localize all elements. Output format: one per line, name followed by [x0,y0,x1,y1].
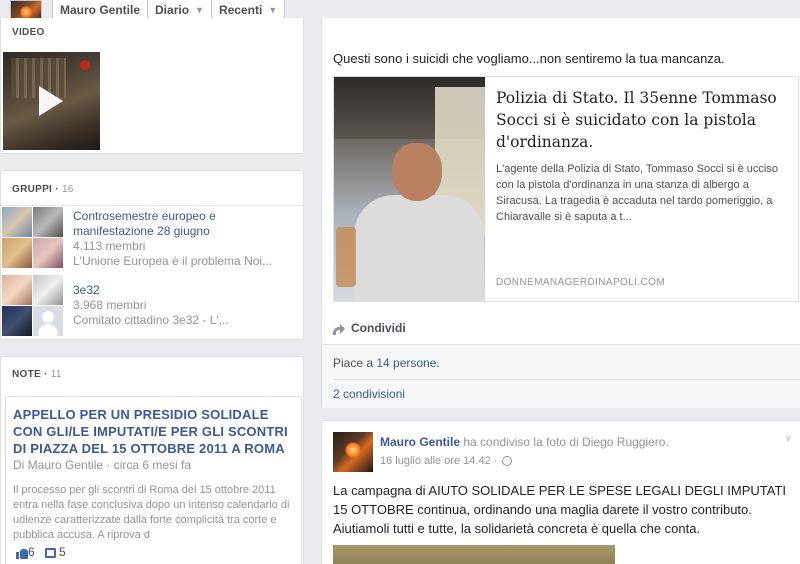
link-description: L'agente della Polizia di Stato, Tommaso… [496,163,778,223]
caret-down-icon: ▼ [195,5,204,15]
share-label: Condividi [351,321,406,335]
crumb-recenti-label: Recenti [218,3,263,17]
shares-link[interactable]: 2 condivisioni [333,387,405,401]
crumb-profile-label: Mauro Gentile [60,3,141,17]
groups-header[interactable]: GRUPPI · 16 [12,184,74,195]
note-item: APPELLO PER UN PRESIDIO SOLIDALE CON GLI… [5,396,302,564]
feed-post: Mauro Gentile ha condiviso la foto di Di… [321,420,800,564]
post-text: Questi sono i suicidi che vogliamo...non… [333,51,725,66]
link-title[interactable]: Polizia di Stato. Il 35enne Tommaso Socc… [496,87,791,153]
crumb-diario-dropdown[interactable]: Diario ▼ [148,0,212,20]
author-avatar[interactable] [333,432,373,472]
groups-section: GRUPPI · 16 Controsemestre europeo e man… [0,170,304,340]
groups-label: GRUPPI [12,184,53,195]
post-action: ha condiviso la foto di Diego Ruggiero. [460,435,669,449]
link-preview[interactable]: Polizia di Stato. Il 35enne Tommaso Socc… [333,76,799,302]
note-likes[interactable]: 6 [16,545,35,559]
likes-summary: Piace a 14 persone. [333,356,440,370]
group-thumbnail[interactable] [1,275,63,337]
crumb-recenti-dropdown[interactable]: Recenti ▼ [212,0,284,20]
post-photo[interactable] [333,545,615,564]
group-members: 4.113 membri [73,239,146,253]
note-title[interactable]: APPELLO PER UN PRESIDIO SOLIDALE CON GLI… [13,406,293,457]
share-button[interactable]: Condividi [333,321,406,335]
video-section: VIDEO [0,18,304,154]
group-members: 3.968 membri [73,298,147,312]
chevron-down-icon[interactable]: ∨ [785,433,792,444]
globe-icon [502,456,513,466]
likes-suffix: . [436,356,440,370]
note-comments-count: 5 [59,545,66,559]
note-likes-count: 6 [28,545,35,559]
like-icon [16,547,28,559]
list-item: Controsemestre europeo e manifestazione … [73,209,298,269]
video-section-label[interactable]: VIDEO [12,27,45,38]
group-title[interactable]: manifestazione 28 giugno [73,224,298,239]
caret-down-icon: ▼ [268,5,278,15]
post-meta: 16 luglio alle ore 14.42 · [380,455,513,467]
notes-header[interactable]: NOTE · 11 [12,369,62,380]
feed-post: Questi sono i suicidi che vogliamo...non… [321,18,800,408]
note-excerpt: Il processo per gli scontri di Roma del … [13,484,290,541]
likes-link[interactable]: 14 persone [376,356,436,370]
author-name[interactable]: Mauro Gentile [380,435,460,449]
post-text: La campagna di AIUTO SOLIDALE PER LE SPE… [333,483,787,536]
crumb-profile-name[interactable]: Mauro Gentile [53,0,149,20]
notes-section: NOTE · 11 APPELLO PER UN PRESIDIO SOLIDA… [0,356,304,564]
group-title[interactable]: 3e32 [73,283,298,298]
link-domain: DONNEMANAGERDINAPOLI.COM [496,277,666,288]
note-comments[interactable]: 5 [44,545,66,559]
notes-label: NOTE [12,369,41,380]
group-title[interactable]: Controsemestre europeo e [73,209,298,224]
post-feedback: Piace a 14 persone. 2 condivisioni [322,344,800,408]
group-description: Comitato cittadino 3e32 - L'... [73,313,229,327]
post-timestamp[interactable]: 16 luglio alle ore 14.42 · [380,455,497,467]
notes-count: 11 [50,369,62,380]
groups-count: 16 [61,184,74,195]
post-header: Mauro Gentile ha condiviso la foto di Di… [380,435,669,449]
video-thumbnail[interactable] [3,52,100,150]
likes-prefix: Piace a [333,356,377,370]
list-item: 3e32 3.968 membri Comitato cittadino 3e3… [73,283,298,328]
note-actions: 6 5 [16,545,66,559]
group-thumbnail[interactable] [1,207,63,269]
link-preview-image[interactable] [334,77,485,301]
note-byline: Di Mauro Gentile · circa 6 mesi fa [13,458,192,472]
group-description: L'Unione Europea è il problema Noi... [73,254,273,268]
comment-icon [44,547,56,558]
crumb-diario-label: Diario [155,3,190,17]
play-icon [39,86,63,116]
share-icon [333,323,345,335]
